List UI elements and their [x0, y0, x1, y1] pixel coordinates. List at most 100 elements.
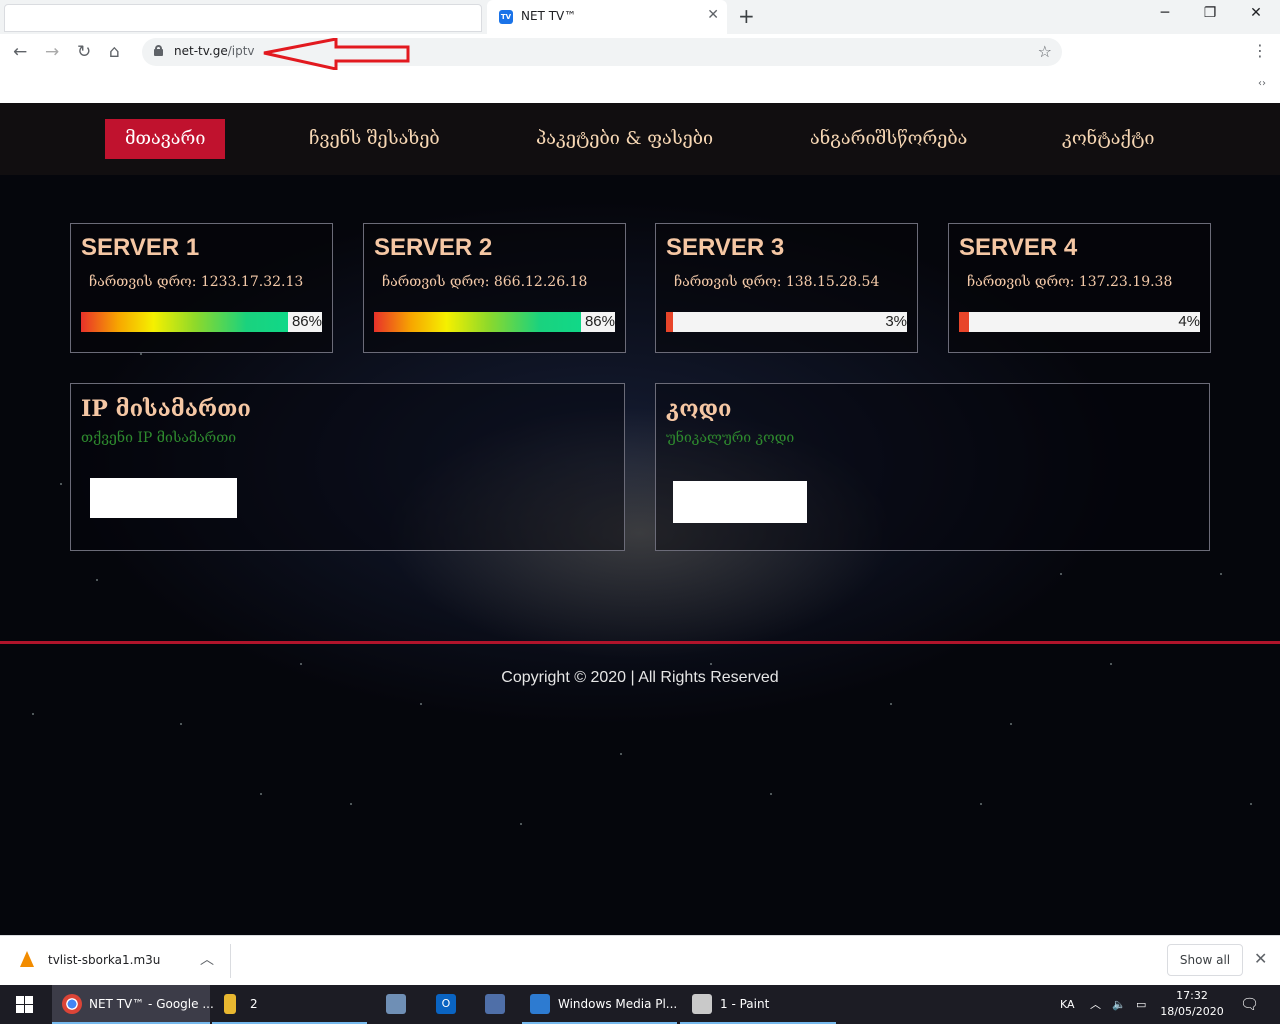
input-language[interactable]: KA: [1060, 985, 1075, 1024]
star-dot: [60, 483, 62, 485]
server-card-3: SERVER 3 ჩართვის დრო: 138.15.28.54 3%: [655, 223, 918, 353]
server-load-fill: [666, 312, 674, 332]
taskbar-clock[interactable]: 17:32 18/05/2020: [1160, 988, 1224, 1020]
ip-address-title: IP მისამართი: [81, 396, 251, 422]
show-all-downloads-button[interactable]: Show all: [1167, 944, 1243, 976]
clock-date: 18/05/2020: [1160, 1005, 1224, 1018]
browser-tab-blank[interactable]: [4, 4, 482, 32]
chevron-up-icon[interactable]: ︿: [200, 949, 214, 969]
ip-address-card: IP მისამართი თქვენი IP მისამართი: [70, 383, 625, 551]
server-load-bar: 86%: [81, 312, 322, 332]
server-load-fill: [959, 312, 969, 332]
forward-icon[interactable]: →: [45, 42, 59, 62]
star-dot: [140, 353, 142, 355]
server-load-bar: 3%: [666, 312, 907, 332]
server-title: SERVER 3: [666, 234, 785, 261]
server-title: SERVER 1: [81, 234, 200, 261]
server-title: SERVER 2: [374, 234, 493, 261]
volume-icon[interactable]: 🔈: [1112, 985, 1126, 1024]
server-card-4: SERVER 4 ჩართვის დრო: 137.23.19.38 4%: [948, 223, 1211, 353]
star-dot: [260, 793, 262, 795]
close-window-icon[interactable]: ✕: [1241, 5, 1271, 21]
browser-toolbar: ← → ↻ ⌂ net-tv.ge/iptv ☆ ⋮: [0, 34, 1280, 70]
minimize-icon[interactable]: ─: [1150, 5, 1180, 21]
taskbar-item-folder[interactable]: 2: [212, 985, 367, 1024]
star-dot: [32, 713, 34, 715]
server-card-1: SERVER 1 ჩართვის დრო: 1233.17.32.13 86%: [70, 223, 333, 353]
server-title: SERVER 4: [959, 234, 1078, 261]
tab-title: NET TV™: [521, 9, 577, 23]
taskbar-item-network[interactable]: [378, 985, 414, 1024]
nav-item-contact[interactable]: კონტაქტი: [1062, 119, 1155, 159]
url-path: /iptv: [227, 44, 255, 58]
server-load-text: 86%: [291, 313, 322, 330]
lock-icon: [154, 45, 163, 56]
server-uptime: ჩართვის დრო: 1233.17.32.13: [89, 274, 304, 290]
star-dot: [1010, 723, 1012, 725]
unique-code-title: კოდი: [666, 396, 732, 422]
download-file-name[interactable]: tvlist-sborka1.m3u: [48, 953, 160, 967]
tab-close-icon[interactable]: ✕: [707, 7, 719, 23]
server-load-text: 86%: [584, 313, 615, 330]
server-load-text: 4%: [1178, 313, 1200, 330]
clock-time: 17:32: [1176, 989, 1208, 1002]
star-dot: [180, 723, 182, 725]
footer-divider: [0, 641, 1280, 644]
web-page: მთავარი ჩვენს შესახებ პაკეტები & ფასები …: [0, 103, 1280, 935]
taskbar-label: 2: [250, 997, 258, 1011]
close-downloads-icon[interactable]: ✕: [1254, 949, 1267, 968]
bookmark-star-icon[interactable]: ☆: [1038, 42, 1052, 61]
browser-menu-icon[interactable]: ⋮: [1252, 41, 1268, 60]
media-player-icon: [530, 994, 550, 1014]
taskbar-item-outlook[interactable]: O: [428, 985, 464, 1024]
taskbar-item-chrome[interactable]: NET TV™ - Google ...: [52, 985, 214, 1024]
star-dot: [710, 663, 712, 665]
star-dot: [620, 753, 622, 755]
taskbar-item-media-player[interactable]: Windows Media Pl...: [522, 985, 677, 1024]
folder-icon: [224, 994, 236, 1014]
star-dot: [980, 803, 982, 805]
unique-code-value-redacted: [673, 481, 807, 523]
nav-item-about[interactable]: ჩვენს შესახებ: [309, 119, 440, 159]
notifications-icon[interactable]: 🗨: [1240, 985, 1259, 1024]
server-load-fill: [81, 312, 289, 332]
tray-chevron-up-icon[interactable]: ︿: [1090, 985, 1101, 1024]
browser-subbar: ‹›: [0, 70, 1280, 103]
red-arrow-annotation-icon: [263, 38, 410, 71]
server-load-bar: 4%: [959, 312, 1200, 332]
new-tab-icon[interactable]: +: [738, 4, 755, 28]
restore-icon[interactable]: ❐: [1195, 5, 1225, 21]
taskbar-item-computer[interactable]: [477, 985, 513, 1024]
url-text[interactable]: net-tv.ge/iptv: [174, 44, 255, 58]
star-dot: [1110, 663, 1112, 665]
downloads-divider: [230, 944, 231, 978]
footer-copyright: Copyright © 2020 | All Rights Reserved: [501, 669, 779, 686]
star-dot: [420, 703, 422, 705]
nav-item-packages[interactable]: პაკეტები & ფასები: [536, 119, 713, 159]
network-tray-icon[interactable]: ▭: [1136, 985, 1146, 1024]
extensions-chevron-icon[interactable]: ‹›: [1258, 78, 1266, 89]
browser-tab-bar: TV NET TV™ ✕ + ─ ❐ ✕: [0, 0, 1280, 34]
star-dot: [96, 579, 98, 581]
reload-icon[interactable]: ↻: [77, 42, 91, 62]
server-load-bar: 86%: [374, 312, 615, 332]
server-load-fill: [374, 312, 582, 332]
star-dot: [520, 823, 522, 825]
site-main-nav: მთავარი ჩვენს შესახებ პაკეტები & ფასები …: [0, 103, 1280, 175]
taskbar-label: NET TV™ - Google ...: [89, 997, 214, 1011]
taskbar-item-paint[interactable]: 1 - Paint: [680, 985, 836, 1024]
taskbar-label: 1 - Paint: [720, 997, 770, 1011]
star-dot: [890, 703, 892, 705]
back-icon[interactable]: ←: [13, 42, 27, 62]
browser-tab-active[interactable]: TV NET TV™ ✕: [487, 0, 727, 34]
unique-code-subtitle: უნიკალური კოდი: [666, 430, 795, 446]
windows-taskbar: NET TV™ - Google ... 2 O Windows Media P…: [0, 985, 1280, 1024]
outlook-icon: O: [436, 994, 456, 1014]
home-icon[interactable]: ⌂: [109, 42, 120, 62]
star-dot: [350, 803, 352, 805]
star-dot: [1250, 803, 1252, 805]
server-uptime: ჩართვის დრო: 866.12.26.18: [382, 274, 588, 290]
nav-item-payment[interactable]: ანგარიშსწორება: [810, 119, 967, 159]
windows-start-icon[interactable]: [16, 996, 33, 1013]
nav-item-home[interactable]: მთავარი: [105, 119, 226, 159]
